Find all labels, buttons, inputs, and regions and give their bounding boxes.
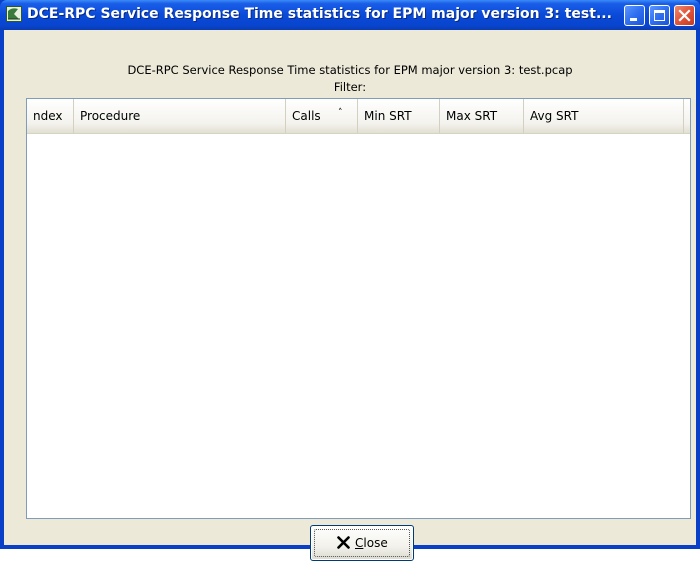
column-header-avg-srt[interactable]: Avg SRT xyxy=(524,99,684,133)
column-header-max-srt[interactable]: Max SRT xyxy=(440,99,524,133)
window-title: DCE-RPC Service Response Time statistics… xyxy=(27,6,612,22)
wireshark-app-icon xyxy=(6,6,22,22)
column-header-procedure[interactable]: Procedure xyxy=(74,99,286,133)
srt-table[interactable]: ndex Procedure Calls ˄ Min SRT Max SRT A… xyxy=(26,98,691,519)
x-icon xyxy=(337,536,350,549)
filter-label: Filter: xyxy=(333,80,367,94)
close-icon xyxy=(678,9,691,22)
title-bar[interactable]: DCE-RPC Service Response Time statistics… xyxy=(0,0,700,30)
minimize-icon xyxy=(630,18,637,21)
dialog-body: DCE-RPC Service Response Time statistics… xyxy=(4,30,696,561)
table-header: ndex Procedure Calls ˄ Min SRT Max SRT A… xyxy=(27,99,690,134)
minimize-button[interactable] xyxy=(624,5,645,26)
close-button[interactable]: Close xyxy=(310,525,414,561)
stats-heading: DCE-RPC Service Response Time statistics… xyxy=(127,63,573,77)
column-header-calls[interactable]: Calls ˄ xyxy=(286,99,358,133)
sort-ascending-icon: ˄ xyxy=(338,108,343,118)
column-header-min-srt[interactable]: Min SRT xyxy=(358,99,440,133)
maximize-button[interactable] xyxy=(649,5,670,26)
column-header-index[interactable]: ndex xyxy=(27,99,74,133)
close-window-button[interactable] xyxy=(674,5,695,26)
app-window: DCE-RPC Service Response Time statistics… xyxy=(0,0,700,561)
close-button-label: Close xyxy=(355,536,388,550)
maximize-icon xyxy=(654,10,665,21)
